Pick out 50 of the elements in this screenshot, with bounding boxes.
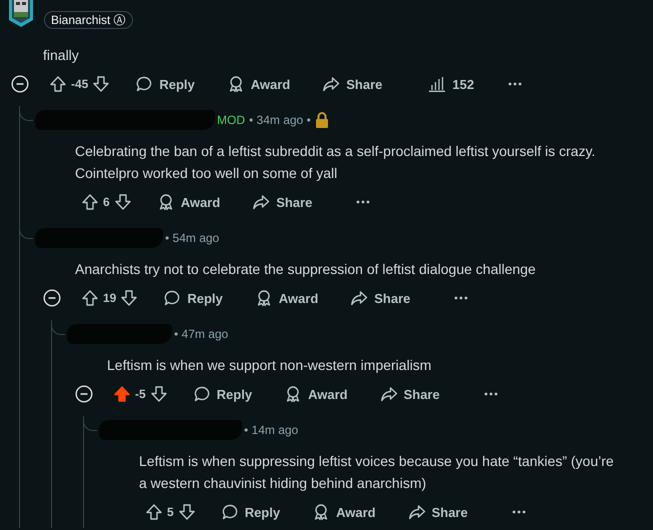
collapse-button[interactable] [75,385,93,403]
comment-text: finally [43,46,80,65]
share-button[interactable]: Share [370,381,450,407]
comment-time: • 47m ago [174,327,228,341]
award-button[interactable]: Award [216,71,300,97]
more-icon [454,296,468,300]
reply-button[interactable]: Reply [182,381,262,407]
vote-score: 6 [103,195,110,209]
vote-score: -5 [135,387,146,401]
speech-bubble-icon [192,385,211,403]
comment-time: • 54m ago [165,231,220,245]
speech-bubble-icon [163,289,182,307]
share-button[interactable]: Share [242,189,322,215]
share-button[interactable]: Share [312,71,392,97]
speech-bubble-icon [220,503,239,521]
more-icon [484,392,498,396]
award-button[interactable]: Award [302,499,386,525]
share-icon [322,75,340,93]
speech-bubble-icon [135,75,154,93]
user-flair: Bianarchist Ⓐ [44,11,133,29]
comment-time: • 34m ago • [249,113,311,127]
more-icon [512,510,526,514]
collapse-button[interactable] [11,75,29,93]
vote-score: 19 [103,291,116,305]
comment-text: Anarchists try not to celebrate the suppression of leftist dialogue challenge [75,260,537,279]
share-icon [252,193,270,211]
share-icon [350,289,368,307]
reply-button[interactable]: Reply [153,285,233,311]
vote-score: 5 [167,505,174,519]
share-icon [380,385,398,403]
moderator-label: MOD [217,113,245,127]
share-button[interactable]: Share [340,285,420,311]
share-icon [408,503,426,521]
comment-text: Leftism is when we support non-western imperialism [107,356,432,375]
award-button[interactable]: Award [146,189,230,215]
more-icon [356,200,370,204]
share-button[interactable]: Share [398,499,478,525]
view-count: 152 [452,76,474,92]
stats-icon [428,76,446,92]
reply-button[interactable]: Reply [125,71,205,97]
reply-button[interactable]: Reply [210,499,290,525]
more-icon [508,82,522,86]
award-button[interactable]: Award [244,285,328,311]
comment-time: • 14m ago [244,423,298,437]
comment-text: Celebrating the ban of a leftist subreddit as a self-proclaimed leftist yourself is crazy. Cointelpro worked too well on some of yall [75,142,596,183]
comment-text: Leftism is when suppressing leftist voices because you hate “tankies” (you’re a western chauvinist hiding behind anarchism) [139,452,615,493]
award-button[interactable]: Award [274,381,358,407]
avatar-icon[interactable] [7,0,35,28]
collapse-button[interactable] [43,289,61,307]
vote-score: -45 [71,77,88,91]
